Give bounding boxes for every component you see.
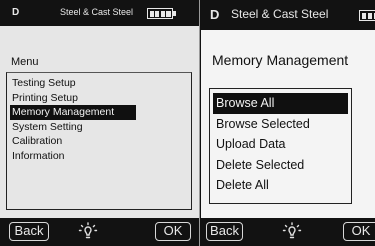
menu-item-memory-management[interactable]: Memory Management [10, 105, 136, 120]
backlight-icon[interactable] [282, 222, 302, 242]
page-title: Menu [11, 56, 39, 68]
battery-full-icon [359, 10, 375, 21]
softkey-bar: Back OK [201, 218, 375, 246]
back-button[interactable]: Back [206, 222, 243, 241]
page-title: Memory Management [212, 52, 349, 68]
battery-full-icon [147, 8, 176, 19]
menu-item-delete-all[interactable]: Delete All [213, 175, 348, 196]
material-label: Steel & Cast Steel [60, 7, 134, 17]
menu-list-box: Testing Setup Printing Setup Memory Mana… [6, 72, 192, 210]
menu-list: Testing Setup Printing Setup Memory Mana… [7, 73, 191, 163]
menu-item-browse-all[interactable]: Browse All [213, 93, 348, 114]
menu-item-upload-data[interactable]: Upload Data [213, 134, 348, 155]
menu-item-calibration[interactable]: Calibration [10, 134, 136, 149]
ok-button[interactable]: OK [155, 222, 191, 241]
main-menu-screen: D Steel & Cast Steel Menu Testing Setup … [0, 0, 200, 246]
material-label: Steel & Cast Steel [231, 7, 329, 21]
menu-item-printing-setup[interactable]: Printing Setup [10, 91, 136, 106]
menu-item-testing-setup[interactable]: Testing Setup [10, 76, 136, 91]
menu-list: Browse All Browse Selected Upload Data D… [210, 89, 351, 196]
probe-mode-label: D [210, 7, 220, 22]
back-button[interactable]: Back [9, 222, 49, 241]
menu-item-delete-selected[interactable]: Delete Selected [213, 155, 348, 176]
status-bar: D Steel & Cast Steel [201, 0, 375, 30]
menu-item-system-setting[interactable]: System Setting [10, 120, 136, 135]
ok-button[interactable]: OK [343, 222, 375, 241]
status-bar: D Steel & Cast Steel [0, 0, 199, 26]
softkey-bar: Back OK [0, 218, 199, 246]
menu-item-information[interactable]: Information [10, 149, 136, 164]
memory-management-screen: D Steel & Cast Steel Memory Management B… [201, 0, 375, 246]
backlight-icon[interactable] [78, 222, 98, 242]
menu-list-box: Browse All Browse Selected Upload Data D… [209, 88, 352, 204]
menu-item-browse-selected[interactable]: Browse Selected [213, 114, 348, 135]
probe-mode-label: D [12, 7, 20, 18]
